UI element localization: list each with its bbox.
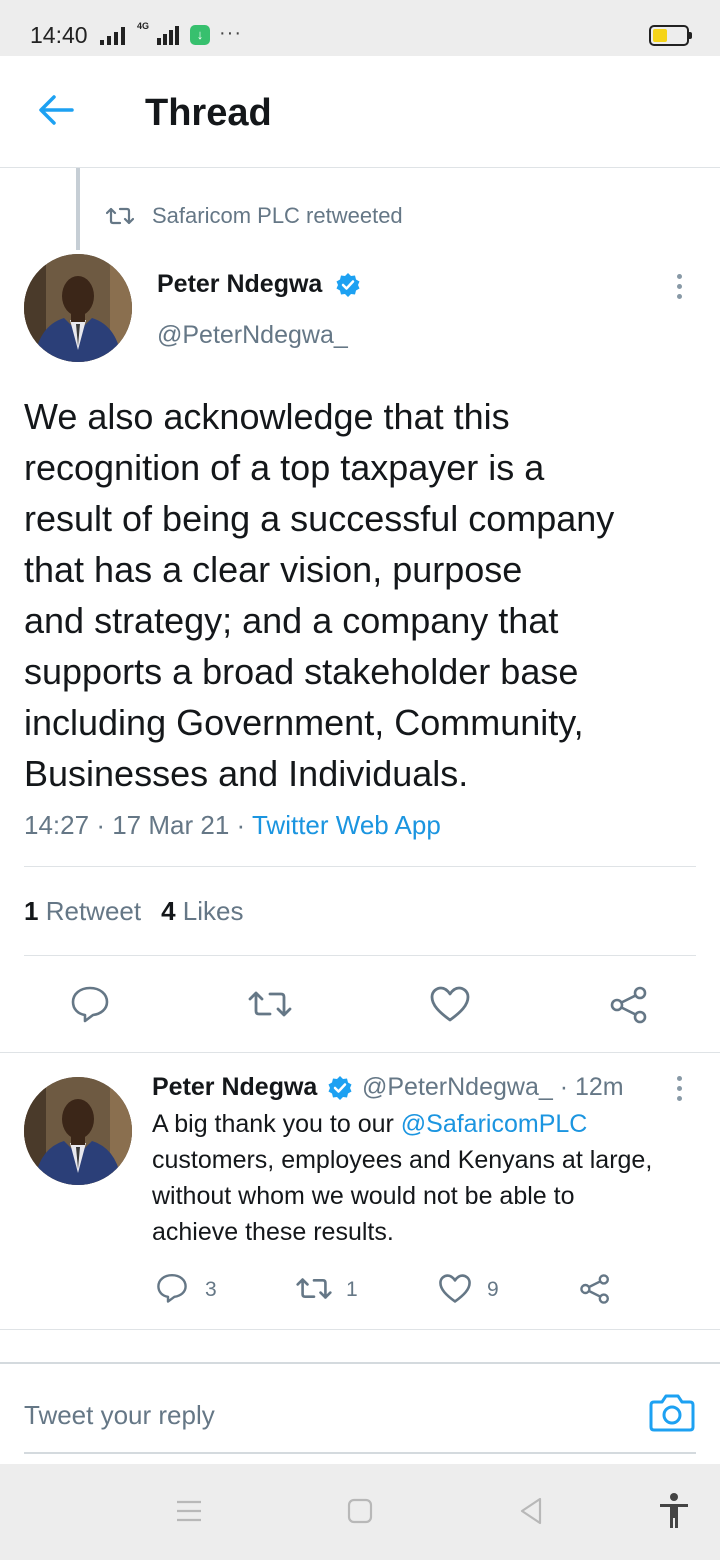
avatar[interactable] xyxy=(24,254,132,362)
compose-divider xyxy=(0,1362,720,1364)
tweet-meta: 14:27 · 17 Mar 21 · Twitter Web App xyxy=(24,810,441,841)
reply-text-prefix: A big thank you to our xyxy=(152,1110,401,1138)
app-header: Thread xyxy=(0,56,720,168)
tweet-date: 17 Mar 21 xyxy=(112,810,230,840)
like-icon[interactable] xyxy=(438,1273,472,1304)
retweets-stat[interactable]: 1 Retweet xyxy=(24,896,141,926)
page-title: Thread xyxy=(145,92,272,134)
reply-icon[interactable] xyxy=(70,984,110,1024)
like-label: Likes xyxy=(182,896,244,926)
more-notifications-icon: ··· xyxy=(219,22,242,44)
reply-author-name[interactable]: Peter Ndegwa xyxy=(152,1073,317,1102)
like-icon[interactable] xyxy=(429,985,471,1023)
status-time: 14:40 xyxy=(30,22,88,48)
menu-icon[interactable] xyxy=(175,1498,203,1524)
tweet-text-line: supports a broad stakeholder base xyxy=(24,651,579,692)
more-options-icon[interactable] xyxy=(677,274,682,304)
divider xyxy=(0,1329,720,1330)
home-icon[interactable] xyxy=(347,1498,373,1524)
tweet-text-line: We also acknowledge that this xyxy=(24,396,510,437)
tweet-text-line: Businesses and Individuals. xyxy=(24,753,469,794)
avatar[interactable] xyxy=(24,1077,132,1185)
tweet-text: We also acknowledge that this recognitio… xyxy=(24,391,704,799)
author-handle[interactable]: @PeterNdegwa_ xyxy=(362,1073,553,1101)
divider xyxy=(0,1052,720,1053)
tweet-text-line: that has a clear vision, purpose xyxy=(24,549,523,590)
compose-underline xyxy=(24,1452,696,1454)
tweet-text-line: recognition of a top taxpayer is a xyxy=(24,447,545,488)
author-name[interactable]: Peter Ndegwa xyxy=(157,270,322,299)
verified-badge-icon xyxy=(328,1076,352,1100)
retweet-label: Retweet xyxy=(45,896,142,926)
like-count: 4 xyxy=(161,896,176,926)
meta-separator: · xyxy=(236,810,246,840)
tweet-time: 14:27 xyxy=(24,810,90,840)
share-icon[interactable] xyxy=(579,1273,611,1305)
reply-text-line: A big thank you to our @SafaricomPLC xyxy=(152,1106,702,1142)
tweet-stats: 1 Retweet 4 Likes xyxy=(24,896,244,927)
reply-input[interactable]: Tweet your reply xyxy=(24,1400,215,1431)
reply-count: 3 xyxy=(205,1278,217,1301)
mention-link[interactable]: @SafaricomPLC xyxy=(401,1110,588,1138)
retweet-count: 1 xyxy=(24,896,39,926)
accessibility-icon[interactable] xyxy=(658,1492,690,1530)
reply-text-line: without whom we would not be able to xyxy=(152,1182,575,1210)
signal-4g-icon xyxy=(157,26,179,45)
retweet-context-text[interactable]: Safaricom PLC retweeted xyxy=(152,203,403,229)
more-options-icon[interactable] xyxy=(677,1076,682,1106)
reply-icon[interactable] xyxy=(156,1272,188,1304)
reply-text-line: achieve these results. xyxy=(152,1218,394,1246)
back-icon[interactable] xyxy=(518,1496,544,1526)
reply-text-line: customers, employees and Kenyans at larg… xyxy=(152,1146,653,1174)
verified-badge-icon xyxy=(336,273,360,297)
meta-separator: · xyxy=(96,810,105,840)
tweet-source-link[interactable]: Twitter Web App xyxy=(252,810,441,840)
status-bar: 14:40 4G ↓ ··· xyxy=(0,0,720,56)
retweet-icon[interactable] xyxy=(248,985,292,1023)
tweet-text-line: including Government, Community, xyxy=(24,702,584,743)
divider xyxy=(24,955,696,956)
retweet-icon[interactable] xyxy=(296,1273,332,1304)
tweet-text-line: and strategy; and a company that xyxy=(24,600,559,641)
thread-connector-line xyxy=(76,168,80,250)
divider xyxy=(24,866,696,867)
share-icon[interactable] xyxy=(609,985,649,1025)
author-name: Peter Ndegwa xyxy=(152,1073,318,1101)
signal-icon xyxy=(100,27,125,45)
retweet-icon xyxy=(106,207,134,225)
battery-icon xyxy=(649,25,692,46)
likes-stat[interactable]: 4 Likes xyxy=(161,896,243,926)
tweet-text-line: result of being a successful company xyxy=(24,498,615,539)
reply-text: A big thank you to our @SafaricomPLC cus… xyxy=(152,1106,702,1250)
back-arrow-icon[interactable] xyxy=(34,88,78,132)
author-handle[interactable]: @PeterNdegwa_ xyxy=(157,321,348,350)
retweet-count: 1 xyxy=(346,1278,358,1301)
download-icon: ↓ xyxy=(190,25,210,45)
like-count: 9 xyxy=(487,1278,499,1301)
tweet-age: · 12m xyxy=(559,1073,624,1101)
network-type-label: 4G xyxy=(137,21,150,31)
reply-handle-and-age: @PeterNdegwa_ · 12m xyxy=(362,1073,624,1102)
system-navigation-bar xyxy=(0,1464,720,1560)
camera-icon[interactable] xyxy=(648,1390,696,1434)
